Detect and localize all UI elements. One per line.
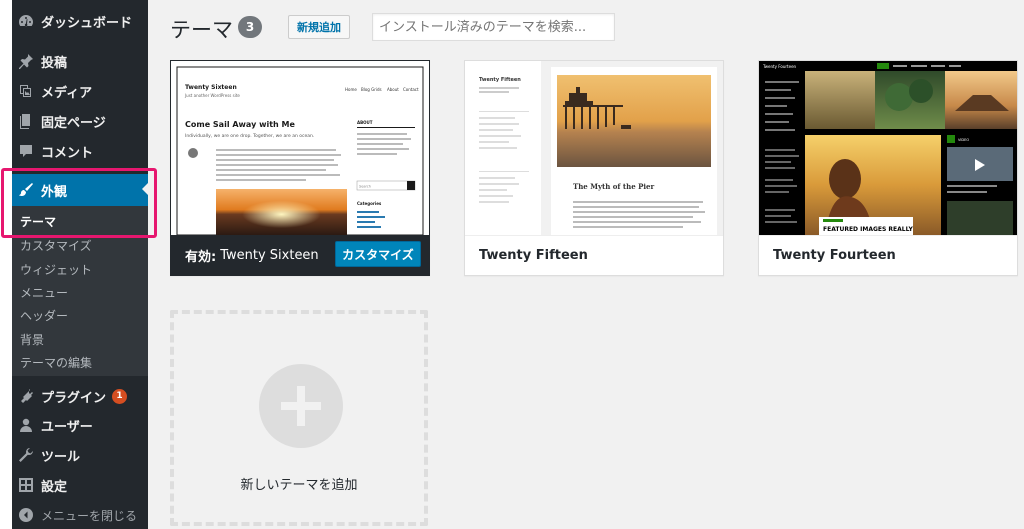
- menu-settings[interactable]: 設定: [12, 470, 148, 500]
- highlight-annotation: [1, 168, 157, 238]
- update-count-badge: 1: [112, 388, 128, 404]
- dashboard-icon: [18, 13, 34, 29]
- theme-screenshot: Twenty Fifteen The Myth of the Pier: [465, 61, 723, 235]
- theme-card-twenty-fourteen[interactable]: Twenty Fourteen FEATURED IMAGES REALLY V…: [758, 60, 1018, 276]
- settings-icon: [18, 477, 34, 493]
- svg-text:ABOUT: ABOUT: [357, 120, 373, 125]
- menu-label: ツール: [41, 449, 81, 465]
- customize-button[interactable]: カスタマイズ: [335, 241, 421, 267]
- menu-media[interactable]: メディア: [12, 76, 148, 106]
- menu-tools[interactable]: ツール: [12, 440, 148, 470]
- submenu-background[interactable]: 背景: [20, 331, 44, 348]
- menu-users[interactable]: ユーザー: [12, 410, 148, 440]
- theme-card-twenty-fifteen[interactable]: Twenty Fifteen The Myth of the Pier Twen…: [464, 60, 724, 276]
- page-icon: [18, 113, 34, 129]
- wrench-icon: [18, 447, 34, 463]
- add-new-button[interactable]: 新規追加: [288, 15, 350, 39]
- menu-dashboard[interactable]: ダッシュボード: [12, 6, 148, 36]
- preview-post-title: The Myth of the Pier: [573, 182, 654, 191]
- media-icon: [18, 83, 34, 99]
- user-icon: [18, 417, 34, 433]
- preview-post-title: Come Sail Away with Me: [185, 120, 295, 129]
- preview-site-title: Twenty Fifteen: [479, 77, 521, 83]
- preview-site-title: Twenty Fourteen: [762, 64, 797, 69]
- menu-label: ダッシュボード: [41, 15, 133, 31]
- menu-plugins[interactable]: プラグイン 1: [12, 381, 148, 411]
- preview-featured-title: FEATURED IMAGES REALLY: [823, 226, 913, 233]
- plugin-icon: [18, 388, 34, 404]
- theme-screenshot: Twenty Fourteen FEATURED IMAGES REALLY V…: [759, 61, 1017, 235]
- active-label: 有効:: [185, 249, 217, 265]
- add-new-theme-label: 新しいテーマを追加: [240, 478, 358, 493]
- window-edge: [0, 0, 12, 529]
- page-title: テーマ: [170, 18, 233, 42]
- menu-label: コメント: [41, 145, 94, 161]
- collapse-icon: [18, 507, 34, 523]
- theme-name: Twenty Fifteen: [465, 235, 723, 275]
- submenu-customize[interactable]: カスタマイズ: [20, 237, 92, 254]
- preview-widget-search: Search: [359, 185, 371, 189]
- preview-excerpt: Individually, we are one drop. Together,…: [185, 133, 314, 139]
- theme-card-twenty-sixteen[interactable]: Twenty Sixteen Just another WordPress si…: [170, 60, 430, 276]
- menu-label: メディア: [41, 85, 93, 101]
- menu-label: 投稿: [41, 55, 68, 71]
- submenu-widgets[interactable]: ウィジェット: [20, 261, 92, 278]
- menu-label: プラグイン: [41, 390, 107, 406]
- theme-count-badge: 3: [238, 16, 262, 38]
- theme-name: Twenty Sixteen: [220, 247, 319, 263]
- preview-nav-item: About: [387, 87, 399, 92]
- menu-comments[interactable]: コメント: [12, 136, 148, 166]
- main-content: テーマ 3 新規追加 Twenty Sixteen Just another W…: [148, 0, 1024, 529]
- comment-icon: [18, 143, 34, 159]
- preview-nav-item: Blog Grids: [361, 87, 382, 92]
- menu-posts[interactable]: 投稿: [12, 46, 148, 76]
- submenu-menus[interactable]: メニュー: [20, 284, 68, 301]
- theme-name: Twenty Fourteen: [759, 235, 1017, 275]
- menu-label: 設定: [41, 479, 68, 495]
- plus-icon: [259, 364, 343, 448]
- menu-pages[interactable]: 固定ページ: [12, 106, 148, 136]
- menu-label: メニューを閉じる: [41, 508, 138, 523]
- theme-screenshot: Twenty Sixteen Just another WordPress si…: [171, 61, 429, 235]
- admin-sidebar: ダッシュボード 投稿 メディア 固定ページ コメント 外観 テーマ カスタマイズ…: [12, 0, 148, 529]
- collapse-menu-button[interactable]: メニューを閉じる: [12, 500, 148, 529]
- menu-label: ユーザー: [41, 419, 93, 435]
- menu-label: 固定ページ: [41, 115, 106, 131]
- add-new-theme-card[interactable]: 新しいテーマを追加: [170, 310, 428, 526]
- preview-tagline: Just another WordPress site: [184, 93, 240, 98]
- preview-site-title: Twenty Sixteen: [185, 84, 237, 91]
- pin-icon: [18, 53, 34, 69]
- submenu-theme-editor[interactable]: テーマの編集: [20, 354, 92, 371]
- submenu-header[interactable]: ヘッダー: [20, 307, 68, 324]
- preview-nav-item: Home: [345, 87, 357, 92]
- preview-nav-item: Contact: [403, 87, 419, 92]
- svg-text:VIDEO: VIDEO: [958, 138, 969, 142]
- preview-widget-title: Categories: [357, 201, 382, 206]
- theme-search-input[interactable]: [372, 13, 615, 41]
